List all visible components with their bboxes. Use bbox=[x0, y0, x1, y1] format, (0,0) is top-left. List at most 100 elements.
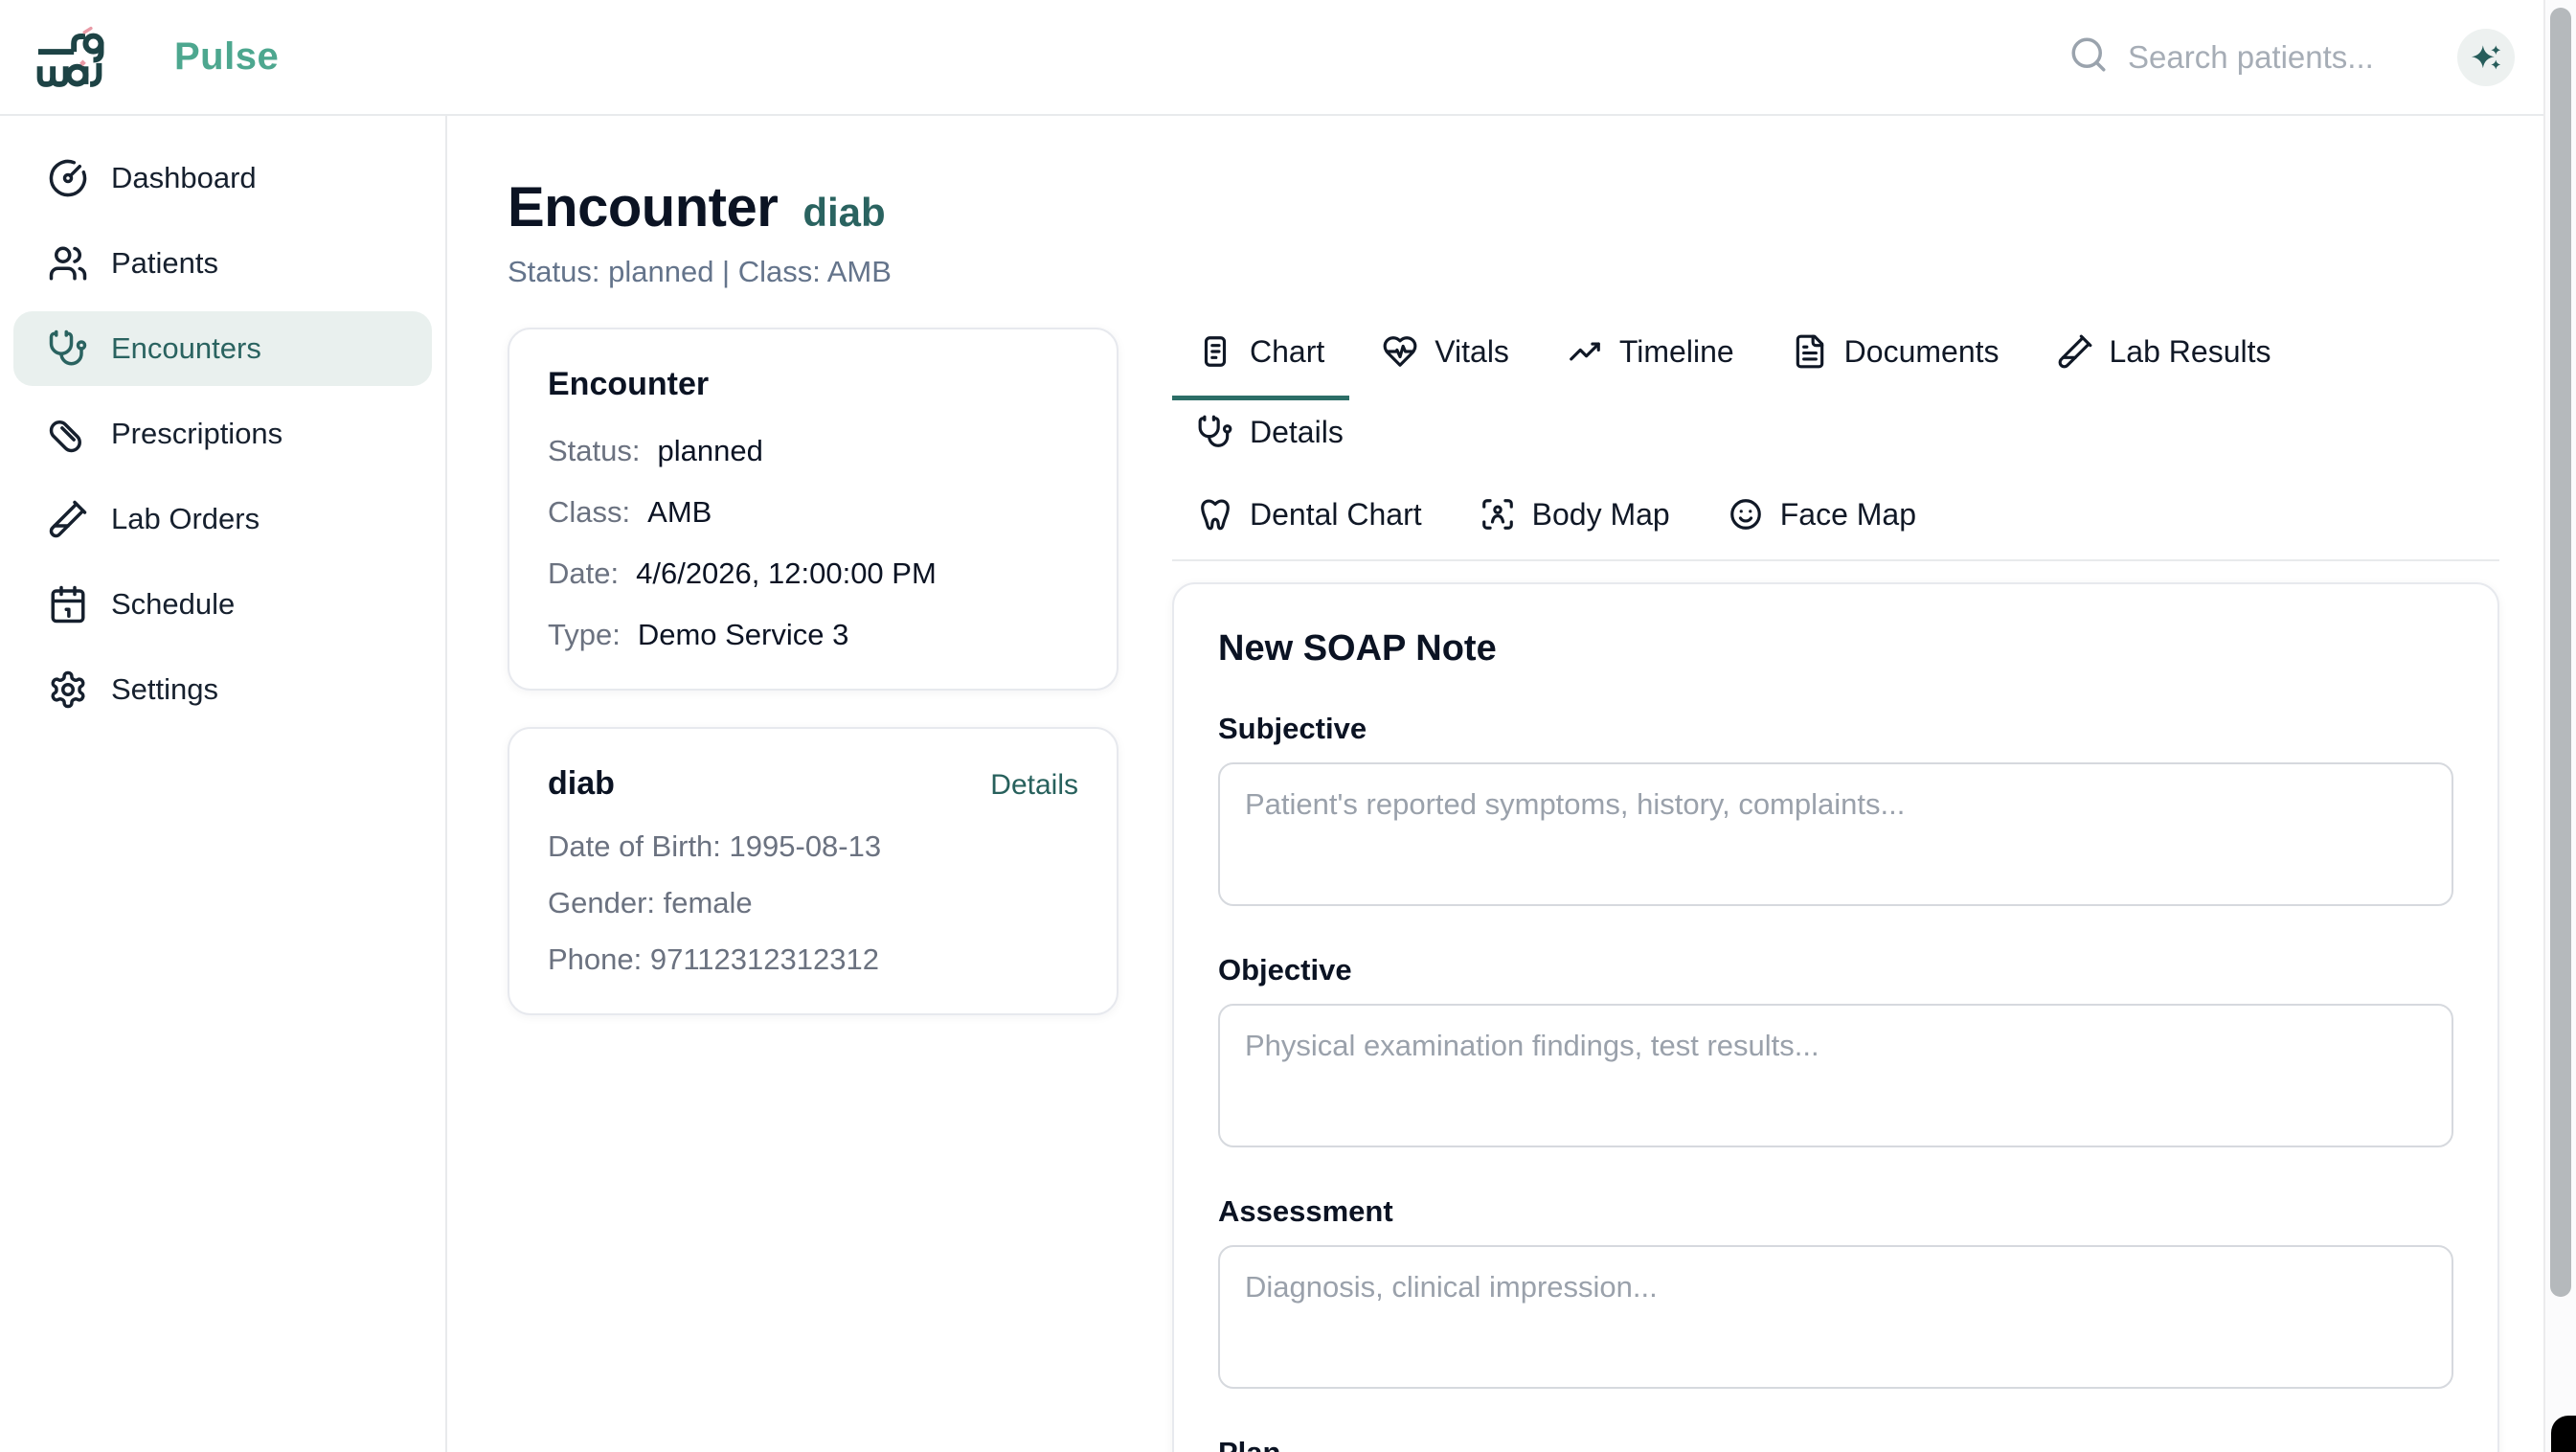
main-content: Encounter diab Status: planned | Class: A… bbox=[449, 116, 2543, 1452]
field-label: Date: bbox=[548, 556, 619, 591]
tab-label: Documents bbox=[1844, 334, 2000, 370]
assessment-label: Assessment bbox=[1218, 1194, 2453, 1229]
encounter-class-row: Class: AMB bbox=[548, 495, 1078, 530]
app-name: Pulse bbox=[174, 35, 279, 79]
pill-icon bbox=[48, 414, 88, 454]
soap-section-objective: Objective bbox=[1218, 953, 2453, 1152]
soap-note-card: New SOAP Note Subjective Objective Asses… bbox=[1172, 582, 2499, 1452]
test-tube-icon bbox=[48, 499, 88, 539]
soap-section-assessment: Assessment bbox=[1218, 1194, 2453, 1394]
soap-section-subjective: Subjective bbox=[1218, 712, 2453, 911]
field-value: 4/6/2026, 12:00:00 PM bbox=[636, 556, 937, 591]
users-icon bbox=[48, 243, 88, 284]
tab-vitals[interactable]: Vitals bbox=[1357, 328, 1534, 400]
body-scan-icon bbox=[1480, 496, 1516, 533]
patient-gender: Gender: female bbox=[548, 886, 1078, 920]
brand-logo[interactable]: Pulse bbox=[29, 26, 279, 89]
sparkles-icon bbox=[2468, 39, 2504, 76]
stethoscope-icon bbox=[1197, 414, 1233, 450]
sidebar-item-label: Schedule bbox=[111, 587, 235, 622]
tab-label: Face Map bbox=[1780, 497, 1916, 533]
tab-timeline[interactable]: Timeline bbox=[1542, 328, 1759, 400]
tab-label: Vitals bbox=[1435, 334, 1509, 370]
patient-details-link[interactable]: Details bbox=[990, 769, 1078, 802]
ai-assistant-button[interactable] bbox=[2457, 29, 2515, 86]
app-screen: Pulse Dashboard bbox=[0, 0, 2576, 1452]
tab-label: Lab Results bbox=[2110, 334, 2271, 370]
patient-search bbox=[2068, 34, 2444, 79]
assessment-textarea[interactable] bbox=[1218, 1245, 2453, 1389]
sidebar-item-prescriptions[interactable]: Prescriptions bbox=[13, 397, 432, 471]
sidebar-item-dashboard[interactable]: Dashboard bbox=[13, 141, 432, 216]
encounter-type-row: Type: Demo Service 3 bbox=[548, 618, 1078, 652]
patient-dob: Date of Birth: 1995-08-13 bbox=[548, 829, 1078, 864]
face-smile-icon bbox=[1728, 496, 1764, 533]
field-label: Type: bbox=[548, 618, 621, 652]
tooth-icon bbox=[1197, 496, 1233, 533]
patient-card: diab Details Date of Birth: 1995-08-13 G… bbox=[508, 727, 1119, 1015]
search-icon bbox=[2068, 34, 2109, 79]
trending-icon bbox=[1567, 333, 1603, 370]
top-header: Pulse bbox=[0, 0, 2576, 116]
sidebar-item-schedule[interactable]: Schedule bbox=[13, 567, 432, 642]
tab-dental-chart[interactable]: Dental Chart bbox=[1172, 481, 1447, 559]
scrollbar-track[interactable] bbox=[2543, 0, 2576, 1452]
subjective-label: Subjective bbox=[1218, 712, 2453, 746]
soap-note-title: New SOAP Note bbox=[1218, 628, 2453, 669]
encounter-date-row: Date: 4/6/2026, 12:00:00 PM bbox=[548, 556, 1078, 591]
sidebar-item-lab-orders[interactable]: Lab Orders bbox=[13, 482, 432, 556]
sidebar-item-patients[interactable]: Patients bbox=[13, 226, 432, 301]
field-value: Demo Service 3 bbox=[638, 618, 849, 652]
file-text-icon bbox=[1792, 333, 1828, 370]
encounter-card: Encounter Status: planned Class: AMB Dat… bbox=[508, 328, 1119, 691]
sidebar-item-label: Lab Orders bbox=[111, 502, 260, 536]
tab-face-map[interactable]: Face Map bbox=[1703, 481, 1941, 559]
objective-textarea[interactable] bbox=[1218, 1004, 2453, 1147]
sidebar-item-settings[interactable]: Settings bbox=[13, 652, 432, 727]
page-subtitle: Status: planned | Class: AMB bbox=[508, 255, 2499, 289]
encounter-card-title: Encounter bbox=[548, 366, 1078, 403]
window-corner-cut bbox=[2551, 1416, 2576, 1452]
sidebar-item-label: Settings bbox=[111, 672, 218, 707]
field-value: AMB bbox=[647, 495, 712, 530]
sidebar: Dashboard Patients Encounters Prescripti… bbox=[0, 116, 447, 1452]
left-column: Encounter Status: planned Class: AMB Dat… bbox=[508, 328, 1119, 1015]
patient-name: diab bbox=[548, 765, 615, 803]
calendar-icon bbox=[48, 584, 88, 624]
soap-section-plan: Plan bbox=[1218, 1436, 2453, 1452]
tab-documents[interactable]: Documents bbox=[1767, 328, 2024, 400]
field-value: planned bbox=[658, 434, 763, 468]
tab-body-map[interactable]: Body Map bbox=[1455, 481, 1695, 559]
gear-icon bbox=[48, 669, 88, 710]
tab-label: Details bbox=[1250, 415, 1344, 450]
objective-label: Objective bbox=[1218, 953, 2453, 987]
tab-label: Body Map bbox=[1532, 497, 1670, 533]
tab-chart[interactable]: Chart bbox=[1172, 328, 1349, 400]
sidebar-item-label: Encounters bbox=[111, 331, 261, 366]
encounter-status-row: Status: planned bbox=[548, 434, 1078, 468]
field-label: Class: bbox=[548, 495, 630, 530]
page-title: Encounter bbox=[508, 176, 778, 238]
scrollbar-thumb[interactable] bbox=[2550, 8, 2571, 1297]
tab-label: Timeline bbox=[1619, 334, 1734, 370]
sidebar-item-label: Dashboard bbox=[111, 161, 257, 195]
tab-details[interactable]: Details bbox=[1172, 408, 1368, 481]
waj-logo-icon bbox=[29, 26, 142, 89]
plan-label: Plan bbox=[1218, 1436, 2453, 1452]
encounter-tabs: Chart Vitals bbox=[1172, 328, 2499, 561]
page-patient-ref: diab bbox=[802, 190, 885, 235]
right-column: Chart Vitals bbox=[1172, 328, 2499, 1452]
tab-lab-results[interactable]: Lab Results bbox=[2032, 328, 2296, 400]
clipboard-icon bbox=[1197, 333, 1233, 370]
test-tube-icon bbox=[2057, 333, 2093, 370]
heart-pulse-icon bbox=[1382, 333, 1418, 370]
tab-label: Dental Chart bbox=[1250, 497, 1422, 533]
subjective-textarea[interactable] bbox=[1218, 762, 2453, 906]
stethoscope-icon bbox=[48, 329, 88, 369]
field-label: Status: bbox=[548, 434, 641, 468]
sidebar-item-label: Prescriptions bbox=[111, 417, 282, 451]
sidebar-item-encounters[interactable]: Encounters bbox=[13, 311, 432, 386]
page-header: Encounter diab Status: planned | Class: A… bbox=[508, 175, 2499, 289]
gauge-icon bbox=[48, 158, 88, 198]
search-input[interactable] bbox=[2128, 39, 2444, 76]
